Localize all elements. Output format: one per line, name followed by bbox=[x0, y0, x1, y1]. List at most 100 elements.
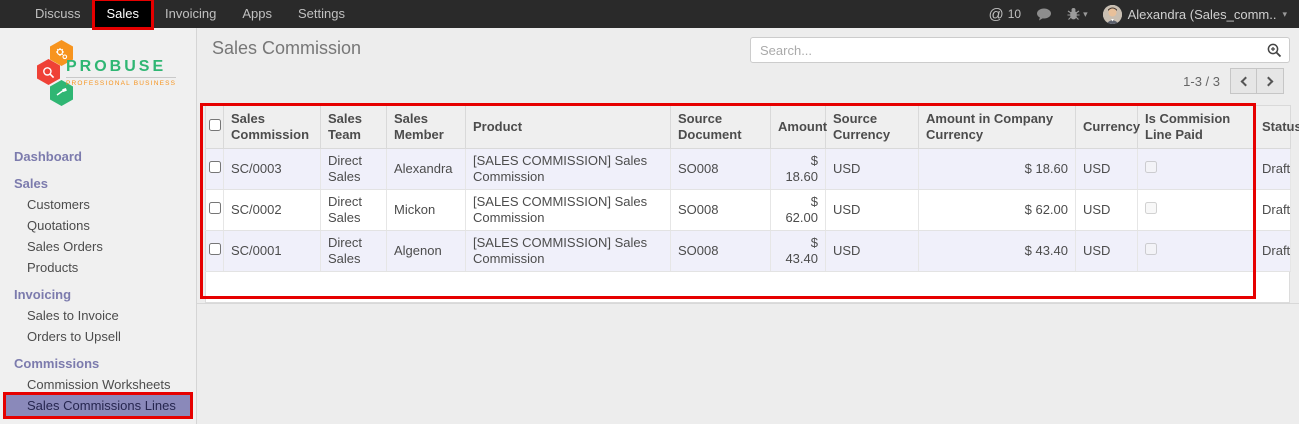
search-icon[interactable] bbox=[1267, 43, 1282, 61]
cell-source-currency: USD bbox=[826, 231, 919, 272]
sidebar-section-sales: SalesCustomersQuotationsSales OrdersProd… bbox=[0, 173, 196, 278]
select-all-header-cell bbox=[206, 106, 224, 149]
cell-source-document: SO008 bbox=[671, 190, 771, 231]
cell-is-paid bbox=[1138, 149, 1255, 190]
is-paid-checkbox[interactable] bbox=[1145, 243, 1157, 255]
pager-previous-button[interactable] bbox=[1230, 68, 1257, 94]
search-box bbox=[750, 37, 1290, 63]
sidebar-menu: Dashboard SalesCustomersQuotationsSales O… bbox=[0, 146, 196, 424]
sidebar-item-orders-to-upsell[interactable]: Orders to Upsell bbox=[6, 326, 190, 347]
column-header-sales-member[interactable]: Sales Member bbox=[387, 106, 466, 149]
cell-source-document: SO008 bbox=[671, 149, 771, 190]
column-header-amount[interactable]: Amount bbox=[771, 106, 826, 149]
list-bottom-divider bbox=[197, 303, 1299, 304]
row-select-checkbox[interactable] bbox=[209, 202, 221, 214]
sidebar-item-customers[interactable]: Customers bbox=[6, 194, 190, 215]
cell-amount: $ 18.60 bbox=[771, 149, 826, 190]
sidebar-item-sales-commissions-lines[interactable]: Sales Commissions Lines bbox=[6, 395, 190, 416]
user-caret-icon: ▾ bbox=[1282, 9, 1287, 20]
debug-menu-button[interactable]: ▾ bbox=[1067, 7, 1088, 21]
cell-amount-in-company-currency: $ 18.60 bbox=[919, 149, 1076, 190]
at-icon: @ bbox=[989, 6, 1004, 23]
column-header-sales-commission[interactable]: Sales Commission bbox=[224, 106, 321, 149]
column-header-amount-in-company-currency[interactable]: Amount in Company Currency bbox=[919, 106, 1076, 149]
cell-product: [SALES COMMISSION] Sales Commission bbox=[466, 149, 671, 190]
column-header-sales-team[interactable]: Sales Team bbox=[321, 106, 387, 149]
row-select-cell bbox=[206, 149, 224, 190]
pager-next-button[interactable] bbox=[1257, 68, 1284, 94]
main-content: Sales Commission 1-3 / 3 Sales Commissio… bbox=[197, 28, 1299, 424]
cell-status: Draft bbox=[1255, 231, 1291, 272]
cell-is-paid bbox=[1138, 190, 1255, 231]
messages-button[interactable] bbox=[1036, 8, 1052, 21]
sidebar-section-commissions: CommissionsCommission WorksheetsSales Co… bbox=[0, 353, 196, 416]
top-menu-invoicing[interactable]: Invoicing bbox=[152, 0, 229, 28]
user-name: Alexandra (Sales_comm.. bbox=[1128, 7, 1277, 22]
is-paid-checkbox[interactable] bbox=[1145, 161, 1157, 173]
is-paid-checkbox[interactable] bbox=[1145, 202, 1157, 214]
table-row[interactable]: SC/0001Direct SalesAlgenon[SALES COMMISS… bbox=[206, 231, 1291, 272]
cell-currency: USD bbox=[1076, 190, 1138, 231]
sidebar-item-quotations[interactable]: Quotations bbox=[6, 215, 190, 236]
cell-source-document: SO008 bbox=[671, 231, 771, 272]
commission-lines-table: Sales CommissionSales TeamSales MemberPr… bbox=[205, 105, 1291, 272]
table-row[interactable]: SC/0002Direct SalesMickon[SALES COMMISSI… bbox=[206, 190, 1291, 231]
sidebar-item-sales-to-invoice[interactable]: Sales to Invoice bbox=[6, 305, 190, 326]
sidebar-item-commission-worksheets[interactable]: Commission Worksheets bbox=[6, 374, 190, 395]
cell-sales-member: Alexandra bbox=[387, 149, 466, 190]
cell-source-currency: USD bbox=[826, 149, 919, 190]
column-header-currency[interactable]: Currency bbox=[1076, 106, 1138, 149]
pager: 1-3 / 3 bbox=[1183, 68, 1284, 94]
table-row[interactable]: SC/0003Direct SalesAlexandra[SALES COMMI… bbox=[206, 149, 1291, 190]
row-select-cell bbox=[206, 190, 224, 231]
search-input[interactable] bbox=[750, 37, 1290, 63]
column-header-source-document[interactable]: Source Document bbox=[671, 106, 771, 149]
cell-currency: USD bbox=[1076, 149, 1138, 190]
company-logo: PROBUSE PROFESSIONAL BUSINESS bbox=[0, 28, 196, 118]
user-avatar bbox=[1103, 5, 1122, 24]
mentions-counter[interactable]: @ 10 bbox=[989, 6, 1022, 23]
table-header-row: Sales CommissionSales TeamSales MemberPr… bbox=[206, 106, 1291, 149]
row-select-checkbox[interactable] bbox=[209, 243, 221, 255]
cell-product: [SALES COMMISSION] Sales Commission bbox=[466, 231, 671, 272]
bug-icon bbox=[1067, 7, 1080, 21]
chat-bubble-icon bbox=[1036, 8, 1052, 21]
column-header-product[interactable]: Product bbox=[466, 106, 671, 149]
top-navbar: DiscussSalesInvoicingAppsSettings @ 10 ▾… bbox=[0, 0, 1299, 28]
top-menu-sales[interactable]: Sales bbox=[94, 0, 153, 28]
cell-status: Draft bbox=[1255, 190, 1291, 231]
topbar-right-controls: @ 10 ▾ Alexandra (Sales_comm.. ▾ bbox=[989, 0, 1299, 28]
cell-sales-team: Direct Sales bbox=[321, 190, 387, 231]
sidebar-header-commissions[interactable]: Commissions bbox=[0, 353, 196, 374]
sidebar-item-products[interactable]: Products bbox=[6, 257, 190, 278]
column-header-is-commision-line-paid[interactable]: Is Commision Line Paid bbox=[1138, 106, 1255, 149]
sidebar-header-sales[interactable]: Sales bbox=[0, 173, 196, 194]
logo-title: PROBUSE bbox=[66, 58, 176, 76]
cell-amount-in-company-currency: $ 43.40 bbox=[919, 231, 1076, 272]
cell-sales-commission: SC/0003 bbox=[224, 149, 321, 190]
column-header-status[interactable]: Status bbox=[1255, 106, 1291, 149]
mention-count: 10 bbox=[1008, 7, 1021, 21]
cell-status: Draft bbox=[1255, 149, 1291, 190]
top-menu-settings[interactable]: Settings bbox=[285, 0, 358, 28]
sidebar: PROBUSE PROFESSIONAL BUSINESS Dashboard S… bbox=[0, 28, 197, 424]
cell-amount-in-company-currency: $ 62.00 bbox=[919, 190, 1076, 231]
cell-currency: USD bbox=[1076, 231, 1138, 272]
sidebar-header-invoicing[interactable]: Invoicing bbox=[0, 284, 196, 305]
cell-sales-commission: SC/0002 bbox=[224, 190, 321, 231]
cell-product: [SALES COMMISSION] Sales Commission bbox=[466, 190, 671, 231]
user-menu[interactable]: Alexandra (Sales_comm.. ▾ bbox=[1103, 5, 1287, 24]
cell-sales-team: Direct Sales bbox=[321, 149, 387, 190]
top-menu-discuss[interactable]: Discuss bbox=[22, 0, 94, 28]
column-header-source-currency[interactable]: Source Currency bbox=[826, 106, 919, 149]
top-menu-list: DiscussSalesInvoicingAppsSettings bbox=[0, 0, 358, 28]
sidebar-item-sales-orders[interactable]: Sales Orders bbox=[6, 236, 190, 257]
sidebar-section-invoicing: InvoicingSales to InvoiceOrders to Upsel… bbox=[0, 284, 196, 347]
sidebar-header-dashboard[interactable]: Dashboard bbox=[0, 146, 196, 167]
cell-source-currency: USD bbox=[826, 190, 919, 231]
cell-sales-member: Mickon bbox=[387, 190, 466, 231]
top-menu-apps[interactable]: Apps bbox=[229, 0, 285, 28]
select-all-checkbox[interactable] bbox=[209, 119, 221, 131]
table-body: SC/0003Direct SalesAlexandra[SALES COMMI… bbox=[206, 149, 1291, 272]
row-select-checkbox[interactable] bbox=[209, 161, 221, 173]
